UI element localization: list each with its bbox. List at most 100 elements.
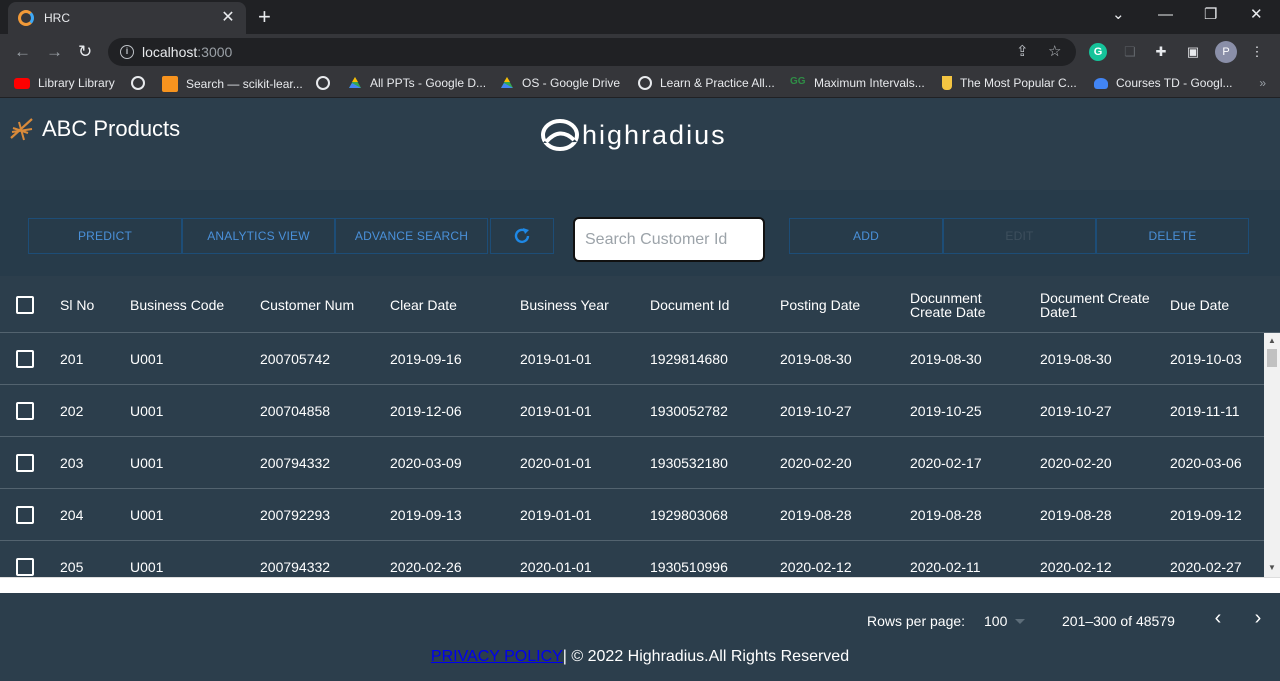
predict-button[interactable]: PREDICT (28, 218, 182, 254)
column-header-clear-date[interactable]: Clear Date (390, 276, 457, 333)
right-button-group: ADD EDIT DELETE (789, 218, 1249, 254)
privacy-policy-link[interactable]: PRIVACY POLICY (431, 648, 563, 665)
table-row[interactable]: 203 U001 200794332 2020-03-09 2020-01-01 1930… (0, 437, 1264, 489)
next-page-icon[interactable]: › (1248, 607, 1268, 630)
table-cell: 2020-02-27 (1170, 559, 1242, 575)
table-cell: 2020-02-17 (910, 455, 982, 471)
table-cell: U001 (130, 351, 164, 367)
menu-icon[interactable]: ⋮ (1248, 43, 1266, 61)
row-checkbox[interactable] (16, 402, 34, 420)
table-cell: 2019-01-01 (520, 351, 592, 367)
table-row[interactable]: 202 U001 200704858 2019-12-06 2019-01-01 1930… (0, 385, 1264, 437)
column-header-business-code[interactable]: Business Code (130, 276, 224, 333)
analytics-view-button[interactable]: ANALYTICS VIEW (182, 218, 335, 254)
column-header-posting-date[interactable]: Posting Date (780, 276, 860, 333)
column-header-label: Business Year (520, 296, 609, 313)
row-checkbox[interactable] (16, 454, 34, 472)
bookmark-item[interactable]: The Most Popular C... (942, 76, 1077, 90)
edit-button: EDIT (943, 218, 1096, 254)
restore-icon[interactable]: ❐ (1204, 6, 1217, 24)
column-header-label: Docunment (910, 289, 982, 306)
bookmark-item[interactable]: GG Maximum Intervals... (790, 76, 925, 90)
table-cell: 200705742 (260, 351, 331, 367)
profile-avatar[interactable]: P (1215, 41, 1237, 63)
advance-search-button[interactable]: ADVANCE SEARCH (335, 218, 488, 254)
bookmarks-overflow-icon[interactable]: » (1259, 76, 1266, 90)
column-header-due-date[interactable]: Due Date (1170, 276, 1229, 333)
select-all-checkbox[interactable] (16, 295, 34, 314)
delete-button[interactable]: DELETE (1096, 218, 1249, 254)
table-row[interactable]: 201 U001 200705742 2019-09-16 2019-01-01 1929… (0, 333, 1264, 385)
bookmark-item[interactable] (316, 76, 338, 90)
rows-per-page-select[interactable]: 100 (984, 613, 1026, 629)
table-cell: U001 (130, 455, 164, 471)
gfg-icon: GG (790, 76, 806, 87)
refresh-icon (514, 228, 530, 244)
column-header-sl-no[interactable]: Sl No (60, 276, 94, 333)
column-header-business-year[interactable]: Business Year (520, 276, 609, 333)
new-tab-button[interactable]: + (258, 6, 271, 28)
scrollbar-thumb[interactable] (1267, 349, 1277, 367)
bookmark-item[interactable]: Library Library (14, 76, 115, 90)
scroll-up-icon[interactable]: ▲ (1264, 336, 1280, 345)
brand-name: ABC Products (42, 116, 181, 141)
highradius-mark-icon (541, 119, 579, 151)
extension-copy-icon[interactable]: ❏ (1121, 43, 1139, 61)
table-cell: 2019-08-30 (780, 351, 852, 367)
people-icon (1094, 77, 1108, 89)
close-tab-icon[interactable]: ✕ (220, 10, 236, 26)
column-header-document-create-date[interactable]: Docunment Create Date (910, 276, 985, 333)
horizontal-scrollbar[interactable] (0, 577, 1280, 593)
browser-tab[interactable]: HRC ✕ (8, 2, 246, 34)
row-checkbox[interactable] (16, 350, 34, 368)
star-icon[interactable]: ☆ (1048, 43, 1061, 61)
bookmark-item[interactable]: Learn & Practice All... (638, 76, 775, 90)
table-cell: 2020-02-26 (390, 559, 462, 575)
column-header-customer-num[interactable]: Customer Num (260, 276, 354, 333)
table-cell: 205 (60, 559, 84, 575)
forward-icon[interactable]: → (46, 42, 63, 62)
bookmark-item[interactable] (131, 76, 153, 90)
drive-icon (349, 77, 361, 88)
bookmark-item[interactable]: Courses TD - Googl... (1094, 76, 1232, 90)
search-customer-input[interactable] (573, 217, 765, 262)
table-cell: 2020-02-20 (1040, 455, 1112, 471)
table-cell: U001 (130, 403, 164, 419)
vertical-scrollbar[interactable]: ▲ ▼ (1264, 333, 1280, 577)
back-icon[interactable]: ← (14, 42, 31, 62)
table-row[interactable]: 204 U001 200792293 2019-09-13 2019-01-01 1929… (0, 489, 1264, 541)
table-body: 201 U001 200705742 2019-09-16 2019-01-01 1929… (0, 333, 1264, 577)
minimize-icon[interactable]: — (1158, 6, 1173, 24)
share-icon[interactable]: ⇪ (1016, 43, 1029, 61)
globe-icon (638, 76, 652, 90)
column-header-document-id[interactable]: Document Id (650, 276, 729, 333)
row-checkbox[interactable] (16, 558, 34, 576)
refresh-button[interactable] (490, 218, 554, 254)
rows-per-page-label: Rows per page: (867, 613, 966, 629)
bookmark-item[interactable]: OS - Google Drive (500, 76, 620, 90)
column-header-document-create-date1[interactable]: Document Create Date1 (1040, 276, 1150, 333)
table-cell: 2019-01-01 (520, 403, 592, 419)
puzzle-icon[interactable]: ✚ (1152, 43, 1170, 61)
grammarly-icon[interactable]: G (1089, 43, 1107, 61)
scroll-down-icon[interactable]: ▼ (1264, 563, 1280, 572)
close-window-icon[interactable]: ✕ (1250, 6, 1263, 24)
bookmark-item[interactable]: Search — scikit-lear... (162, 76, 303, 92)
url-port: :3000 (197, 44, 233, 60)
row-checkbox[interactable] (16, 506, 34, 524)
table-cell: 2019-10-25 (910, 403, 982, 419)
address-bar[interactable]: i localhost :3000 ⇪ ☆ (108, 38, 1076, 66)
info-icon[interactable]: i (120, 45, 134, 59)
column-header-label: Customer Num (260, 296, 355, 313)
youtube-icon (14, 77, 30, 89)
previous-page-icon[interactable]: ‹ (1208, 607, 1228, 630)
add-button[interactable]: ADD (789, 218, 943, 254)
side-panel-icon[interactable]: ▣ (1184, 43, 1202, 61)
table-cell: 2020-03-09 (390, 455, 462, 471)
bookmark-item[interactable]: All PPTs - Google D... (348, 76, 486, 90)
table-row[interactable]: 205 U001 200794332 2020-02-26 2020-01-01 1930… (0, 541, 1264, 577)
table-cell: 2020-03-06 (1170, 455, 1242, 471)
chevron-down-icon[interactable]: ⌄ (1112, 6, 1125, 24)
reload-icon[interactable]: ↻ (78, 42, 92, 62)
cup-icon (942, 76, 952, 90)
